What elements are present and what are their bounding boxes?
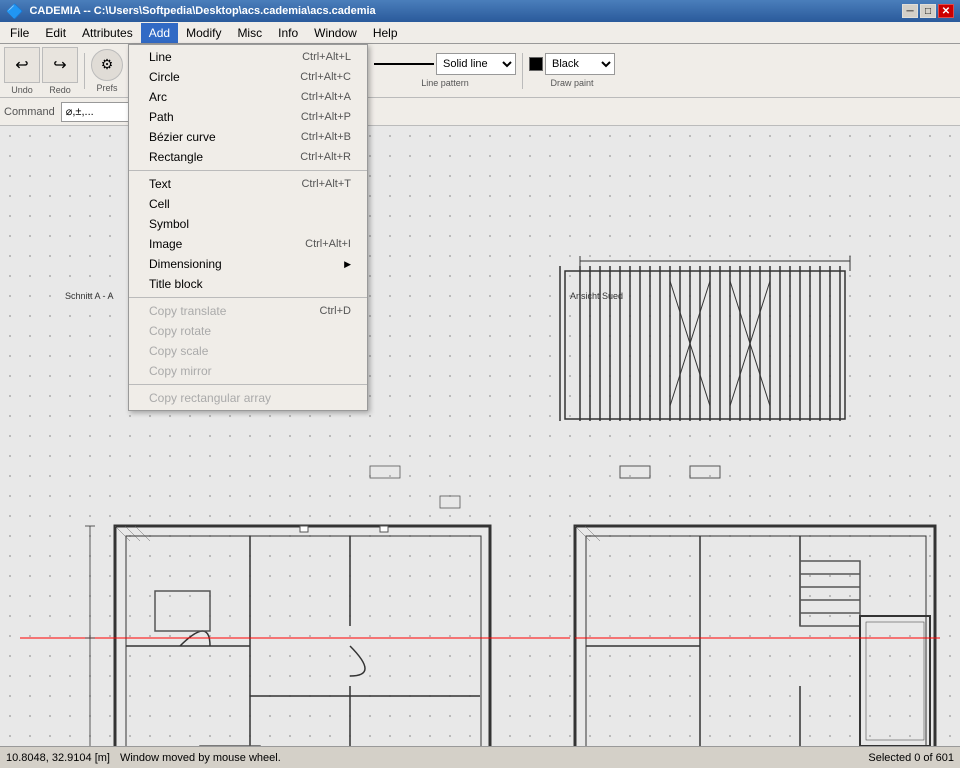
menu-item-bezier-shortcut: Ctrl+Alt+B <box>301 131 351 143</box>
menu-add[interactable]: Add <box>141 23 178 43</box>
prefs-button[interactable]: ⚙ <box>91 49 123 81</box>
command-label: Command <box>4 106 55 118</box>
menu-item-path[interactable]: Path Ctrl+Alt+P <box>129 107 367 127</box>
menu-item-cell[interactable]: Cell <box>129 194 367 214</box>
menu-item-copy-mirror: Copy mirror <box>129 361 367 381</box>
menu-item-rectangle-label: Rectangle <box>149 150 203 164</box>
undo-button[interactable]: ↩ <box>4 47 40 83</box>
status-left: 10.8048, 32.9104 [m] Window moved by mou… <box>6 752 281 764</box>
dropdown-sep-1 <box>129 170 367 171</box>
toolbar-sep-1 <box>84 53 85 89</box>
color-swatch <box>529 57 543 71</box>
menu-item-bezier-label: Bézier curve <box>149 130 216 144</box>
toolbar-sep-5 <box>522 53 523 89</box>
status-message: Window moved by mouse wheel. <box>120 752 281 764</box>
menu-item-copy-scale: Copy scale <box>129 341 367 361</box>
menu-item-arc-label: Arc <box>149 90 167 104</box>
menu-item-text-shortcut: Ctrl+Alt+T <box>301 178 351 190</box>
undo-icon: ↩ <box>15 55 28 75</box>
menu-window[interactable]: Window <box>306 23 365 43</box>
redo-button[interactable]: ↪ <box>42 47 78 83</box>
menu-item-copy-rect-array: Copy rectangular array <box>129 388 367 408</box>
dropdown-sep-2 <box>129 297 367 298</box>
menu-item-symbol[interactable]: Symbol <box>129 214 367 234</box>
line-pattern-label: Line pattern <box>374 78 516 88</box>
redo-icon: ↪ <box>53 55 66 75</box>
menu-item-arc-shortcut: Ctrl+Alt+A <box>301 91 351 103</box>
menu-help[interactable]: Help <box>365 23 406 43</box>
line-pattern-select[interactable]: Solid line <box>436 53 516 75</box>
menu-item-rectangle[interactable]: Rectangle Ctrl+Alt+R <box>129 147 367 167</box>
prefs-icon: ⚙ <box>101 56 114 73</box>
add-menu-dropdown: Line Ctrl+Alt+L Circle Ctrl+Alt+C Arc Ct… <box>128 44 368 411</box>
menu-item-path-label: Path <box>149 110 174 124</box>
draw-paint-label: Draw paint <box>529 78 615 88</box>
menu-item-text-label: Text <box>149 177 171 191</box>
menu-bar: File Edit Attributes Add Modify Misc Inf… <box>0 22 960 44</box>
menu-item-arc[interactable]: Arc Ctrl+Alt+A <box>129 87 367 107</box>
title-bar-left: 🔷 CADEMIA -- C:\Users\Softpedia\Desktop\… <box>6 3 376 20</box>
menu-item-path-shortcut: Ctrl+Alt+P <box>301 111 351 123</box>
menu-item-copy-translate: Copy translate Ctrl+D <box>129 301 367 321</box>
dropdown-sep-3 <box>129 384 367 385</box>
menu-item-circle-label: Circle <box>149 70 180 84</box>
menu-item-copy-mirror-label: Copy mirror <box>149 364 212 378</box>
menu-item-image-label: Image <box>149 237 182 251</box>
menu-item-bezier[interactable]: Bézier curve Ctrl+Alt+B <box>129 127 367 147</box>
menu-item-text[interactable]: Text Ctrl+Alt+T <box>129 174 367 194</box>
menu-item-line[interactable]: Line Ctrl+Alt+L <box>129 47 367 67</box>
menu-item-symbol-label: Symbol <box>149 217 189 231</box>
menu-modify[interactable]: Modify <box>178 23 229 43</box>
draw-paint-select[interactable]: Black <box>545 53 615 75</box>
menu-item-copy-rect-array-label: Copy rectangular array <box>149 391 271 405</box>
menu-attributes[interactable]: Attributes <box>74 23 141 43</box>
menu-item-dimensioning-label: Dimensioning <box>149 257 222 271</box>
minimize-button[interactable]: ─ <box>902 4 918 18</box>
dimensioning-submenu-arrow: ▶ <box>344 259 351 270</box>
menu-item-line-shortcut: Ctrl+Alt+L <box>302 51 351 63</box>
menu-file[interactable]: File <box>2 23 37 43</box>
menu-item-titleblock-label: Title block <box>149 277 203 291</box>
coordinates: 10.8048, 32.9104 [m] <box>6 752 110 764</box>
menu-info[interactable]: Info <box>270 23 306 43</box>
undo-label: Undo <box>4 85 40 95</box>
menu-item-copy-translate-label: Copy translate <box>149 304 226 318</box>
menu-item-line-label: Line <box>149 50 172 64</box>
menu-item-dimensioning[interactable]: Dimensioning ▶ <box>129 254 367 274</box>
prefs-label: Prefs <box>96 83 117 93</box>
status-bar: 10.8048, 32.9104 [m] Window moved by mou… <box>0 746 960 768</box>
redo-label: Redo <box>42 85 78 95</box>
menu-edit[interactable]: Edit <box>37 23 74 43</box>
menu-item-copy-translate-shortcut: Ctrl+D <box>320 305 351 317</box>
menu-item-rectangle-shortcut: Ctrl+Alt+R <box>300 151 351 163</box>
app-icon: 🔷 <box>6 3 23 20</box>
title-bar: 🔷 CADEMIA -- C:\Users\Softpedia\Desktop\… <box>0 0 960 22</box>
close-button[interactable]: ✕ <box>938 4 954 18</box>
menu-misc[interactable]: Misc <box>229 23 270 43</box>
title-text: CADEMIA -- C:\Users\Softpedia\Desktop\ac… <box>29 5 375 17</box>
menu-item-copy-rotate: Copy rotate <box>129 321 367 341</box>
menu-item-image-shortcut: Ctrl+Alt+I <box>305 238 351 250</box>
title-bar-controls: ─ □ ✕ <box>902 4 954 18</box>
menu-item-cell-label: Cell <box>149 197 170 211</box>
menu-item-circle[interactable]: Circle Ctrl+Alt+C <box>129 67 367 87</box>
selection-count: Selected 0 of 601 <box>868 752 954 764</box>
menu-item-titleblock[interactable]: Title block <box>129 274 367 294</box>
menu-item-copy-rotate-label: Copy rotate <box>149 324 211 338</box>
menu-item-image[interactable]: Image Ctrl+Alt+I <box>129 234 367 254</box>
maximize-button[interactable]: □ <box>920 4 936 18</box>
menu-item-circle-shortcut: Ctrl+Alt+C <box>300 71 351 83</box>
menu-item-copy-scale-label: Copy scale <box>149 344 208 358</box>
